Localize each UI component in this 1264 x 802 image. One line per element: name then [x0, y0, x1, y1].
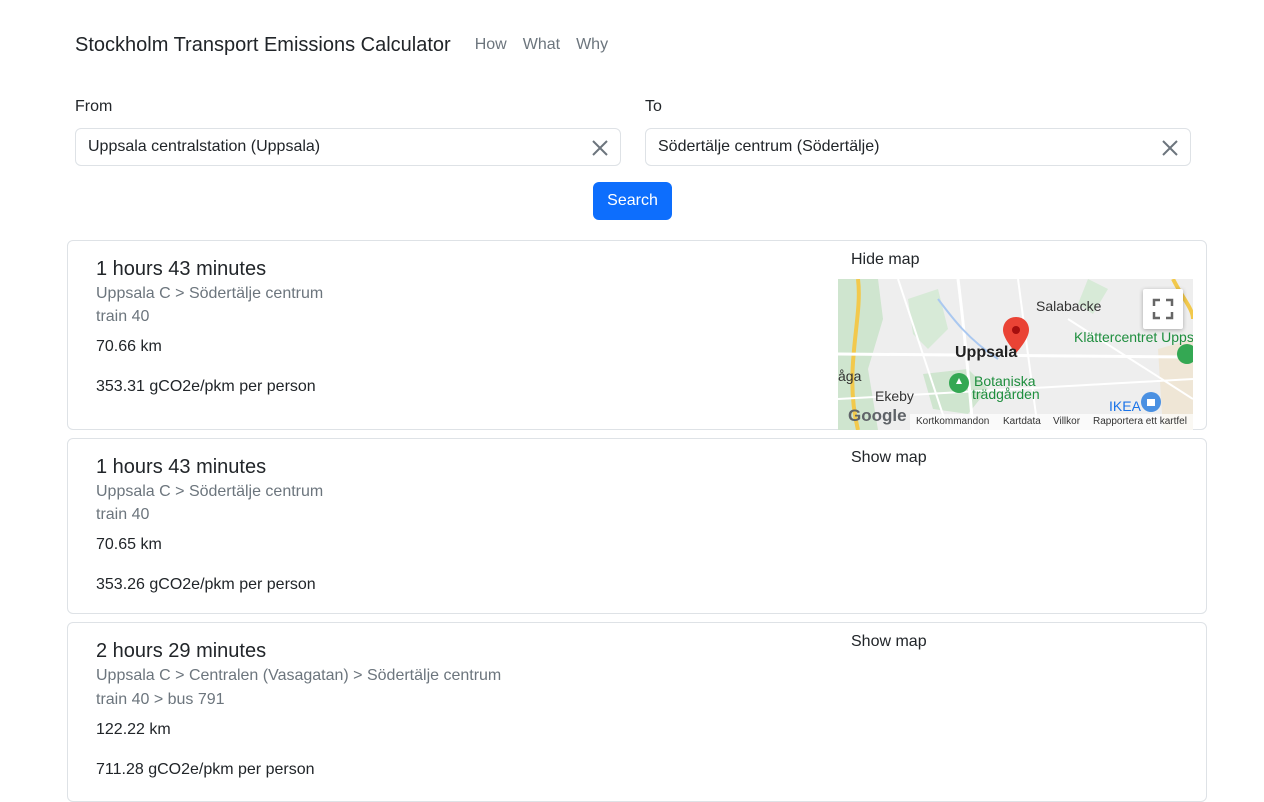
nav-link-what[interactable]: What	[523, 36, 560, 54]
result-distance: 122.22 km	[96, 721, 171, 738]
keyboard-shortcuts-link[interactable]: Kortkommandon	[916, 416, 989, 427]
result-emissions: 353.26 gCO2e/pkm per person	[96, 576, 316, 593]
result-route: Uppsala C > Södertälje centrum	[96, 285, 324, 302]
close-icon[interactable]	[1160, 138, 1180, 158]
result-distance: 70.65 km	[96, 536, 162, 553]
map-place-label: Ekeby	[875, 388, 914, 404]
to-label: To	[645, 98, 662, 115]
result-duration: 1 hours 43 minutes	[96, 456, 267, 478]
from-label: From	[75, 98, 113, 115]
navbar: Stockholm Transport Emissions Calculator…	[75, 31, 624, 59]
result-card: 1 hours 43 minutes Uppsala C > Södertälj…	[67, 438, 1207, 614]
map-place-label: åga	[838, 368, 862, 384]
result-duration: 1 hours 43 minutes	[96, 258, 267, 280]
to-input[interactable]	[658, 138, 1138, 156]
map-place-label: IKEA	[1109, 398, 1141, 414]
app-title[interactable]: Stockholm Transport Emissions Calculator	[75, 34, 451, 57]
nav-link-how[interactable]: How	[475, 36, 507, 54]
search-button[interactable]: Search	[593, 182, 672, 220]
fullscreen-button[interactable]	[1143, 289, 1183, 329]
result-card: 1 hours 43 minutes Uppsala C > Södertälj…	[67, 240, 1207, 430]
map-place-label: trädgården	[972, 386, 1040, 402]
result-lines: train 40 > bus 791	[96, 691, 225, 708]
route-map[interactable]: Salabacke Uppsala Klättercentret Upps Bo…	[838, 279, 1193, 430]
result-emissions: 711.28 gCO2e/pkm per person	[96, 761, 315, 778]
result-card: 2 hours 29 minutes Uppsala C > Centralen…	[67, 622, 1207, 802]
park-pin-icon	[949, 373, 969, 393]
map-data-link[interactable]: Kartdata	[1003, 416, 1041, 427]
close-icon[interactable]	[590, 138, 610, 158]
to-field	[645, 128, 1191, 166]
place-pin-icon	[1177, 344, 1193, 364]
map-footer: Kortkommandon Kartdata Villkor Rapporter…	[838, 414, 1193, 430]
hide-map-link[interactable]: Hide map	[851, 251, 919, 269]
shopping-pin-icon	[1141, 392, 1161, 412]
map-place-label: Uppsala	[955, 344, 1018, 361]
result-distance: 70.66 km	[96, 338, 162, 355]
result-duration: 2 hours 29 minutes	[96, 640, 267, 662]
report-error-link[interactable]: Rapportera ett kartfel	[1093, 416, 1187, 427]
show-map-link[interactable]: Show map	[851, 633, 927, 651]
result-route: Uppsala C > Centralen (Vasagatan) > Söde…	[96, 667, 502, 684]
map-place-label: Salabacke	[1036, 298, 1102, 314]
from-input[interactable]	[88, 138, 568, 156]
from-field	[75, 128, 621, 166]
result-lines: train 40	[96, 308, 150, 325]
map-place-label: Klättercentret Upps	[1074, 329, 1193, 345]
show-map-link[interactable]: Show map	[851, 449, 927, 467]
result-route: Uppsala C > Södertälje centrum	[96, 483, 324, 500]
nav-link-why[interactable]: Why	[576, 36, 608, 54]
terms-link[interactable]: Villkor	[1053, 416, 1080, 427]
result-emissions: 353.31 gCO2e/pkm per person	[96, 378, 316, 395]
result-lines: train 40	[96, 506, 150, 523]
fullscreen-icon	[1152, 298, 1174, 320]
